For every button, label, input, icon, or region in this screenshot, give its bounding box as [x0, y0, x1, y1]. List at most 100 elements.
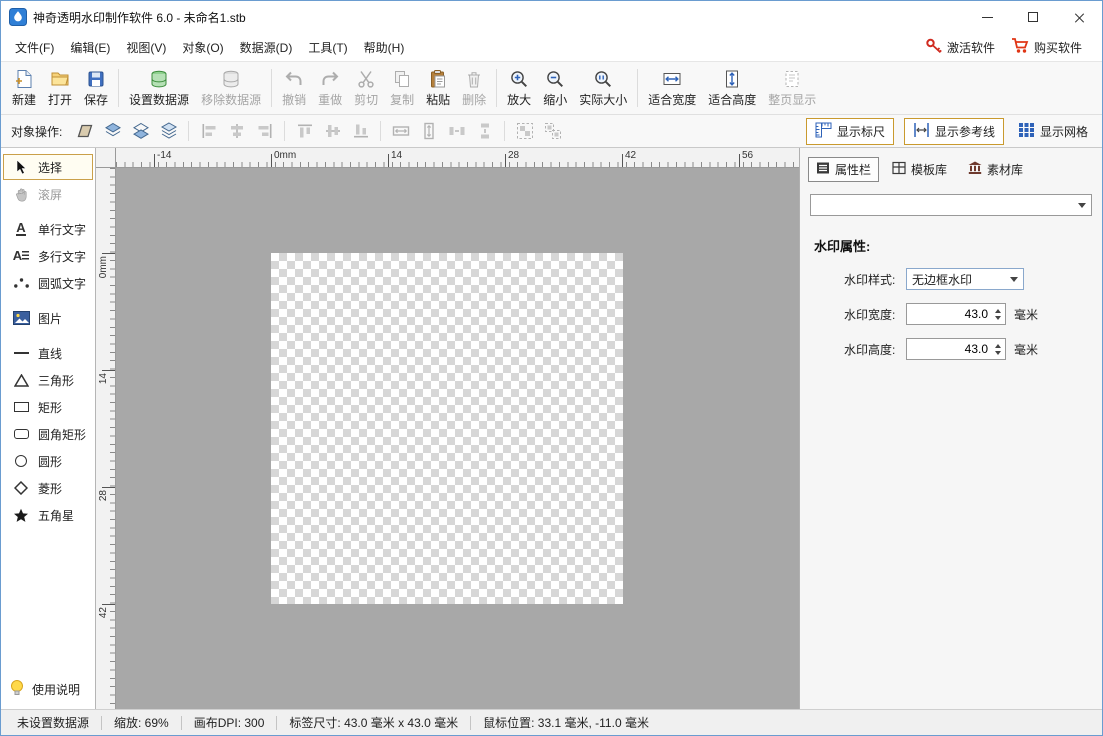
image-tool[interactable]: 图片 [3, 305, 93, 331]
fit-width-button[interactable]: 适合宽度 [642, 66, 702, 111]
help-button[interactable]: 使用说明 [9, 679, 80, 699]
diamond-tool[interactable]: 菱形 [3, 475, 93, 501]
tool-sidebar: 选择 滚屏 A 单行文字 A 多行文字 圆弧文字 图片 [1, 148, 96, 709]
paste-icon [428, 69, 448, 89]
tab-properties[interactable]: 属性栏 [808, 157, 879, 182]
menu-edit[interactable]: 编辑(E) [62, 35, 118, 60]
toolbar-separator [637, 69, 638, 107]
bring-to-front-icon[interactable] [99, 119, 126, 143]
toolbar-separator [118, 69, 119, 107]
rectangle-tool[interactable]: 矩形 [3, 394, 93, 420]
object-bar-separator [380, 121, 381, 141]
menu-datasource[interactable]: 数据源(D) [232, 35, 301, 60]
fit-height-button[interactable]: 适合高度 [702, 66, 762, 111]
select-tool[interactable]: 选择 [3, 154, 93, 180]
multi-line-text-tool[interactable]: A 多行文字 [3, 243, 93, 269]
remove-datasource-icon [221, 69, 241, 89]
show-ruler-toggle[interactable]: 显示标尺 [806, 118, 894, 145]
key-icon [925, 37, 942, 57]
spin-up-icon[interactable] [995, 309, 1001, 313]
menu-object[interactable]: 对象(O) [174, 35, 231, 60]
single-line-text-tool[interactable]: A 单行文字 [3, 216, 93, 242]
minimize-button[interactable] [964, 1, 1010, 33]
watermark-app-icon [9, 8, 27, 26]
set-datasource-icon [149, 69, 169, 89]
status-mouse-position: 鼠标位置: 33.1 毫米, -11.0 毫米 [471, 714, 661, 731]
title-bar: 神奇透明水印制作软件 6.0 - 未命名1.stb [1, 1, 1102, 33]
watermark-artboard[interactable] [271, 253, 623, 604]
tab-materials[interactable]: 素材库 [960, 157, 1031, 182]
maximize-button[interactable] [1010, 1, 1056, 33]
set-datasource-button[interactable]: 设置数据源 [123, 66, 195, 111]
menu-tools[interactable]: 工具(T) [300, 35, 355, 60]
arc-text-tool[interactable]: 圆弧文字 [3, 270, 93, 296]
menu-file[interactable]: 文件(F) [7, 35, 62, 60]
watermark-width-input[interactable] [907, 304, 991, 324]
show-guides-toggle[interactable]: 显示参考线 [904, 118, 1004, 145]
toolbar-separator [496, 69, 497, 107]
show-grid-button[interactable]: 显示网格 [1014, 119, 1092, 144]
star-tool[interactable]: 五角星 [3, 502, 93, 528]
activate-software-link[interactable]: 激活软件 [925, 37, 995, 57]
menu-view[interactable]: 视图(V) [118, 35, 174, 60]
align-center-icon [223, 119, 250, 143]
main-toolbar: 新建 打开 保存 设置数据源 移除数据源 撤销 重做 剪切 [1, 61, 1102, 115]
same-height-icon [415, 119, 442, 143]
watermark-height-unit: 毫米 [1014, 341, 1038, 358]
save-button[interactable]: 保存 [78, 66, 114, 111]
fit-height-icon [722, 69, 742, 89]
redo-button: 重做 [312, 66, 348, 111]
paste-button[interactable]: 粘贴 [420, 66, 456, 111]
watermark-select-combobox[interactable] [810, 194, 1092, 216]
rounded-rectangle-icon [12, 429, 30, 439]
delete-button: 删除 [456, 66, 492, 111]
watermark-style-value: 无边框水印 [912, 271, 972, 288]
menu-help[interactable]: 帮助(H) [356, 35, 413, 60]
minimize-icon [982, 17, 993, 18]
save-icon [86, 69, 106, 89]
circle-tool[interactable]: 圆形 [3, 448, 93, 474]
close-button[interactable] [1056, 1, 1102, 33]
zoom-in-button[interactable]: 放大 [501, 66, 537, 111]
tool-group-gap [1, 208, 95, 215]
zoom-out-button[interactable]: 缩小 [537, 66, 573, 111]
ruler-label: 42 [98, 607, 109, 618]
cart-icon [1011, 37, 1029, 57]
spin-up-icon[interactable] [995, 344, 1001, 348]
maximize-icon [1028, 12, 1038, 22]
status-dpi: 画布DPI: 300 [182, 714, 277, 731]
canvas-viewport[interactable] [116, 168, 799, 709]
send-to-back-icon[interactable] [127, 119, 154, 143]
star-icon [12, 508, 30, 523]
chevron-down-icon[interactable] [1073, 195, 1091, 215]
properties-icon [816, 161, 830, 178]
properties-panel: 属性栏 模板库 素材库 水印属性: 水印样式: 无边框水印 [799, 148, 1102, 709]
spin-down-icon[interactable] [995, 316, 1001, 320]
watermark-height-row: 水印高度: 毫米 [844, 338, 1102, 360]
space-vertical-icon [471, 119, 498, 143]
spinner-arrows[interactable] [991, 304, 1005, 324]
same-width-icon [387, 119, 414, 143]
spin-down-icon[interactable] [995, 351, 1001, 355]
tab-templates[interactable]: 模板库 [884, 157, 955, 182]
diamond-icon [12, 481, 30, 495]
line-tool[interactable]: 直线 [3, 340, 93, 366]
status-zoom: 缩放: 69% [102, 714, 181, 731]
actual-size-button[interactable]: 实际大小 [573, 66, 633, 111]
spinner-arrows[interactable] [991, 339, 1005, 359]
align-left-icon [195, 119, 222, 143]
watermark-height-input[interactable] [907, 339, 991, 359]
open-button[interactable]: 打开 [42, 66, 78, 111]
align-right-icon [251, 119, 278, 143]
new-button[interactable]: 新建 [6, 66, 42, 111]
redo-icon [320, 69, 340, 89]
triangle-tool[interactable]: 三角形 [3, 367, 93, 393]
cursor-icon [12, 159, 30, 175]
rounded-rectangle-tool[interactable]: 圆角矩形 [3, 421, 93, 447]
purchase-software-link[interactable]: 购买软件 [1011, 37, 1082, 57]
watermark-style-select[interactable]: 无边框水印 [906, 268, 1024, 290]
layers-icon[interactable] [155, 119, 182, 143]
skew-icon[interactable] [71, 119, 98, 143]
ruler-label: -14 [157, 150, 171, 161]
toolbar-separator [271, 69, 272, 107]
